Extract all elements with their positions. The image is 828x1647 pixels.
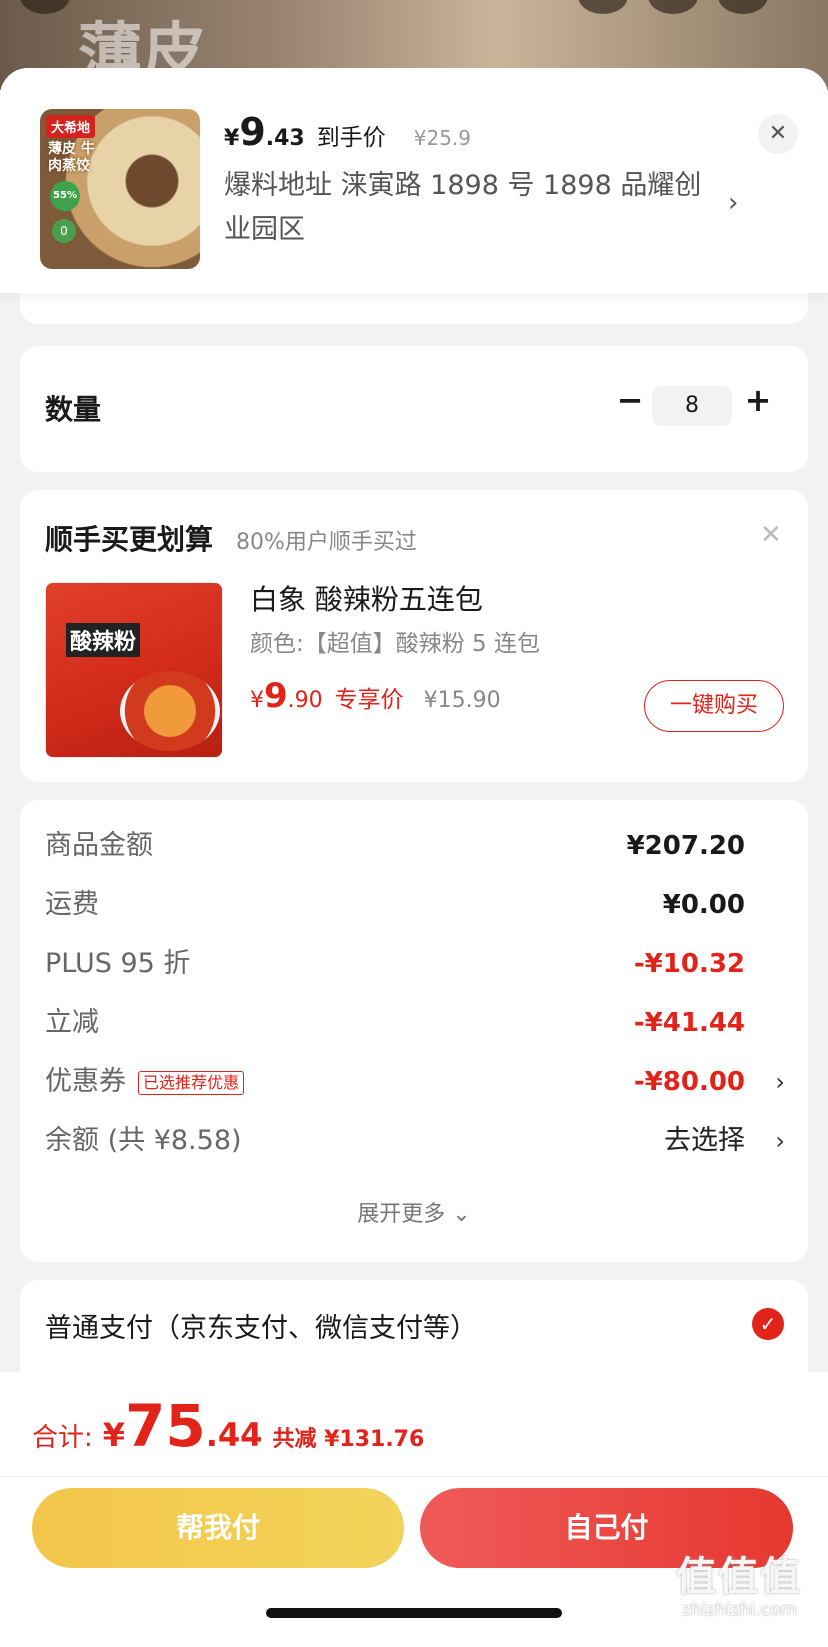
quantity-card: 数量 − 8 + bbox=[20, 346, 808, 472]
home-indicator[interactable] bbox=[266, 1608, 562, 1618]
summary-value: -¥41.44 bbox=[633, 1008, 745, 1038]
price-decimal: .90 bbox=[287, 688, 323, 713]
total-integer: 75 bbox=[125, 1392, 206, 1460]
upsell-image-word: 酸辣粉 bbox=[66, 623, 141, 657]
checkout-bar: 合计: ¥ 75 .44 共减 ¥131.76 帮我付 自己付 值值值 zhiz… bbox=[0, 1372, 828, 1647]
price-integer: 9 bbox=[264, 676, 288, 716]
original-price: ¥25.9 bbox=[413, 126, 472, 150]
summary-row-shipping: 运费 ¥0.00 bbox=[45, 885, 785, 925]
quantity-input[interactable]: 8 bbox=[652, 386, 732, 426]
original-price: ¥15.90 bbox=[423, 688, 501, 713]
divider bbox=[0, 1476, 828, 1477]
brand-logo: 大希地 bbox=[46, 115, 96, 138]
share-button[interactable] bbox=[578, 0, 628, 14]
back-button[interactable] bbox=[20, 0, 70, 14]
upsell-product-image[interactable]: 酸辣粉 bbox=[45, 582, 223, 758]
chevron-right-icon[interactable]: › bbox=[728, 188, 738, 218]
minus-icon[interactable]: − bbox=[610, 380, 650, 420]
summary-row-coupon[interactable]: 优惠券 已选推荐优惠 -¥80.00 › bbox=[45, 1062, 785, 1102]
upsell-subtitle: 80%用户顺手买过 bbox=[236, 530, 417, 555]
summary-label: PLUS 95 折 bbox=[45, 948, 191, 979]
watermark-url: zhizhizhi.com bbox=[682, 1600, 797, 1620]
close-icon[interactable]: ✕ bbox=[758, 114, 798, 154]
close-icon[interactable]: ✕ bbox=[760, 520, 782, 550]
checkout-sheet: 大希地 薄皮 牛肉蒸饺 55% 0 ¥ 9 .43 到手价 ¥25.9 爆料地址… bbox=[0, 68, 828, 1647]
zero-badge: 0 bbox=[52, 219, 76, 243]
upsell-card: 顺手买更划算 80%用户顺手买过 ✕ 酸辣粉 白象 酸辣粉五连包 颜色:【超值】… bbox=[20, 490, 808, 782]
quantity-label: 数量 bbox=[45, 393, 102, 426]
total-label: 合计: bbox=[32, 1423, 93, 1453]
favorite-button[interactable] bbox=[648, 0, 698, 14]
summary-value[interactable]: 去选择 bbox=[664, 1121, 745, 1161]
summary-label: 立减 bbox=[45, 1007, 99, 1038]
price-integer: 9 bbox=[239, 110, 266, 154]
summary-row-instant-discount: 立减 -¥41.44 bbox=[45, 1003, 785, 1043]
summary-label: 运费 bbox=[45, 889, 99, 920]
summary-label: 商品金额 bbox=[45, 830, 153, 861]
quick-buy-button[interactable]: 一键购买 bbox=[644, 680, 784, 732]
summary-value: -¥10.32 bbox=[633, 949, 745, 979]
total-currency: ¥ bbox=[102, 1416, 126, 1454]
total-price: 合计: ¥ 75 .44 共减 ¥131.76 bbox=[32, 1392, 424, 1460]
help-pay-button[interactable]: 帮我付 bbox=[32, 1488, 404, 1568]
coupon-badge: 已选推荐优惠 bbox=[138, 1070, 245, 1095]
summary-row-subtotal: 商品金额 ¥207.20 bbox=[45, 826, 785, 866]
product-image: 大希地 薄皮 牛肉蒸饺 55% 0 bbox=[40, 109, 200, 269]
product-price: ¥ 9 .43 到手价 ¥25.9 bbox=[224, 110, 471, 160]
price-tag: 专享价 bbox=[334, 687, 404, 713]
chevron-right-icon[interactable]: › bbox=[775, 1062, 785, 1102]
expand-more-button[interactable]: 展开更多 ⌄ bbox=[20, 1196, 808, 1228]
upsell-product-name[interactable]: 白象 酸辣粉五连包 bbox=[250, 578, 483, 618]
price-currency: ¥ bbox=[250, 688, 264, 713]
payment-method-label: 普通支付（京东支付、微信支付等） bbox=[45, 1313, 477, 1344]
more-button[interactable] bbox=[718, 0, 768, 14]
address-text[interactable]: 爆料地址 涞寅路 1898 号 1898 品耀创业园区 bbox=[224, 164, 704, 252]
upsell-product-spec: 颜色:【超值】酸辣粉 5 连包 bbox=[250, 631, 541, 657]
upsell-title: 顺手买更划算 bbox=[45, 523, 214, 556]
total-decimal: .44 bbox=[205, 1416, 263, 1454]
plus-icon[interactable]: + bbox=[738, 380, 778, 420]
watermark-logo: 值值值 bbox=[676, 1554, 802, 1600]
order-summary-card: 商品金额 ¥207.20 运费 ¥0.00 PLUS 95 折 -¥10.32 … bbox=[20, 800, 808, 1262]
price-currency: ¥ bbox=[224, 126, 240, 151]
summary-label: 余额 (共 ¥8.58) bbox=[45, 1125, 242, 1156]
summary-value: ¥0.00 bbox=[662, 890, 745, 920]
noodle-bowl-image bbox=[120, 671, 220, 751]
percent-badge: 55% bbox=[50, 181, 80, 211]
product-image-label: 薄皮 牛肉蒸饺 bbox=[48, 141, 95, 174]
summary-row-balance[interactable]: 余额 (共 ¥8.58) 去选择 › bbox=[45, 1121, 785, 1161]
summary-value: -¥80.00 bbox=[633, 1067, 745, 1097]
upsell-price: ¥ 9 .90 专享价 ¥15.90 bbox=[250, 676, 501, 716]
summary-value: ¥207.20 bbox=[626, 831, 745, 861]
checkmark-icon[interactable]: ✓ bbox=[752, 1308, 784, 1340]
summary-row-plus-discount: PLUS 95 折 -¥10.32 bbox=[45, 944, 785, 984]
total-saved: 共减 ¥131.76 bbox=[272, 1427, 425, 1452]
summary-label-wrap: 优惠券 已选推荐优惠 bbox=[45, 1062, 245, 1102]
price-tag: 到手价 bbox=[316, 125, 386, 151]
chevron-right-icon[interactable]: › bbox=[775, 1121, 785, 1161]
price-decimal: .43 bbox=[265, 126, 305, 151]
summary-label: 优惠券 bbox=[45, 1066, 126, 1097]
product-header: 大希地 薄皮 牛肉蒸饺 55% 0 ¥ 9 .43 到手价 ¥25.9 爆料地址… bbox=[0, 68, 828, 293]
